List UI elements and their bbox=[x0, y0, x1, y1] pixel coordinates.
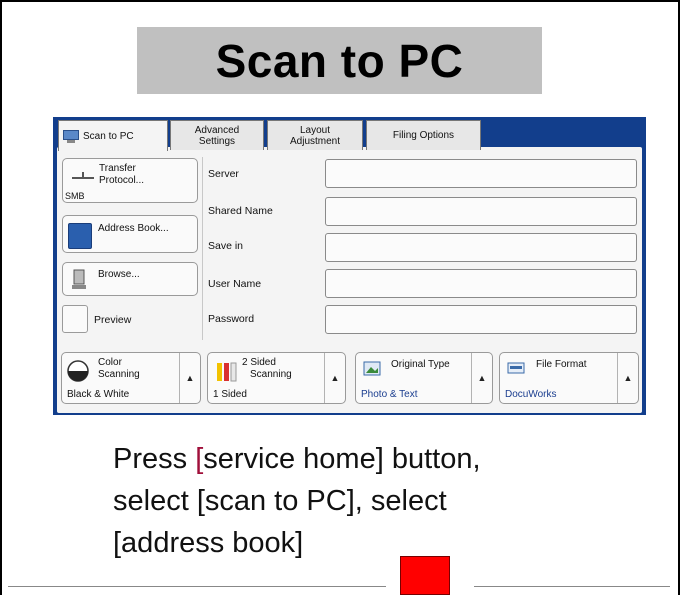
pc-monitor-icon bbox=[63, 129, 79, 143]
preview-checkbox[interactable] bbox=[62, 305, 88, 333]
save-in-field[interactable] bbox=[325, 233, 637, 262]
slide-frame-bottom-right bbox=[474, 586, 670, 587]
preview-label: Preview bbox=[94, 314, 132, 326]
tab-scan-to-pc[interactable]: Scan to PC bbox=[58, 120, 168, 151]
tab-layout-adjustment[interactable]: Layout Adjustment bbox=[267, 120, 363, 150]
tab-advanced-settings[interactable]: Advanced Settings bbox=[170, 120, 264, 150]
instruction-line-3: [address book] bbox=[113, 527, 304, 559]
password-label: Password bbox=[208, 313, 255, 325]
browse-label: Browse... bbox=[98, 269, 140, 280]
tab-label-line1: Advanced bbox=[194, 124, 240, 136]
shared-name-label: Shared Name bbox=[208, 205, 273, 217]
transfer-protocol-button[interactable]: Transfer Protocol... SMB bbox=[62, 158, 198, 203]
browse-button[interactable]: Browse... bbox=[62, 262, 198, 296]
address-book-icon bbox=[68, 223, 92, 249]
instruction-text: Press [service home] button, select [sca… bbox=[113, 438, 643, 564]
address-book-button[interactable]: Address Book... bbox=[62, 215, 198, 253]
two-sided-label-1: 2 Sided bbox=[242, 357, 276, 368]
network-icon bbox=[72, 172, 94, 179]
original-type-value: Photo & Text bbox=[361, 389, 418, 400]
user-name-label: User Name bbox=[208, 278, 262, 290]
slide-frame-bottom-left bbox=[8, 586, 386, 587]
file-format-icon bbox=[507, 362, 525, 374]
color-scanning-value: Black & White bbox=[67, 389, 130, 400]
computer-icon bbox=[72, 269, 86, 289]
tab-label-line2: Settings bbox=[198, 135, 236, 147]
two-sided-value: 1 Sided bbox=[213, 389, 247, 400]
color-scanning-label-2: Scanning bbox=[98, 369, 140, 380]
instruction-line-2: select [scan to PC], select bbox=[113, 485, 447, 517]
photo-icon bbox=[363, 361, 381, 376]
original-type-button[interactable]: Original Type Photo & Text ▲ bbox=[355, 352, 493, 404]
tab-label: Filing Options bbox=[392, 130, 455, 141]
transfer-protocol-label-1: Transfer bbox=[99, 163, 136, 174]
user-name-field[interactable] bbox=[325, 269, 637, 298]
server-field[interactable] bbox=[325, 159, 637, 188]
server-label: Server bbox=[208, 168, 239, 180]
save-in-label: Save in bbox=[208, 240, 244, 252]
transfer-protocol-value: SMB bbox=[65, 191, 85, 201]
arrow-up-icon: ▲ bbox=[617, 353, 638, 403]
tab-label-line1: Layout bbox=[299, 124, 331, 136]
instruction-line-1: Press [service home] button, bbox=[113, 443, 481, 475]
instruction-line-1-rest: service home] button, bbox=[203, 443, 481, 475]
tab-label: Scan to PC bbox=[83, 130, 134, 142]
arrow-up-icon: ▲ bbox=[324, 353, 345, 403]
file-format-label: File Format bbox=[536, 359, 587, 370]
color-circle-icon bbox=[67, 360, 89, 382]
file-format-value: DocuWorks bbox=[505, 389, 557, 400]
duplex-pages-icon bbox=[217, 362, 237, 382]
slide-title-box: Scan to PC bbox=[137, 27, 542, 94]
address-book-label: Address Book... bbox=[98, 223, 169, 234]
transfer-protocol-label-2: Protocol... bbox=[99, 175, 145, 186]
slide-frame-top bbox=[0, 0, 680, 2]
column-divider bbox=[202, 157, 203, 340]
tab-label-line2: Adjustment bbox=[289, 135, 341, 147]
tab-filing-options[interactable]: Filing Options bbox=[366, 120, 481, 150]
red-marker bbox=[400, 556, 450, 595]
slide-title: Scan to PC bbox=[215, 34, 464, 87]
file-format-button[interactable]: File Format DocuWorks ▲ bbox=[499, 352, 639, 404]
arrow-up-icon: ▲ bbox=[179, 353, 200, 403]
color-scanning-label-1: Color bbox=[98, 357, 122, 368]
slide-frame-left bbox=[0, 0, 2, 595]
original-type-label: Original Type bbox=[391, 359, 450, 370]
color-scanning-button[interactable]: Color Scanning Black & White ▲ bbox=[61, 352, 201, 404]
shared-name-field[interactable] bbox=[325, 197, 637, 226]
two-sided-label-2: Scanning bbox=[250, 369, 292, 380]
two-sided-scanning-button[interactable]: 2 Sided Scanning 1 Sided ▲ bbox=[207, 352, 346, 404]
arrow-up-icon: ▲ bbox=[471, 353, 492, 403]
password-field[interactable] bbox=[325, 305, 637, 334]
